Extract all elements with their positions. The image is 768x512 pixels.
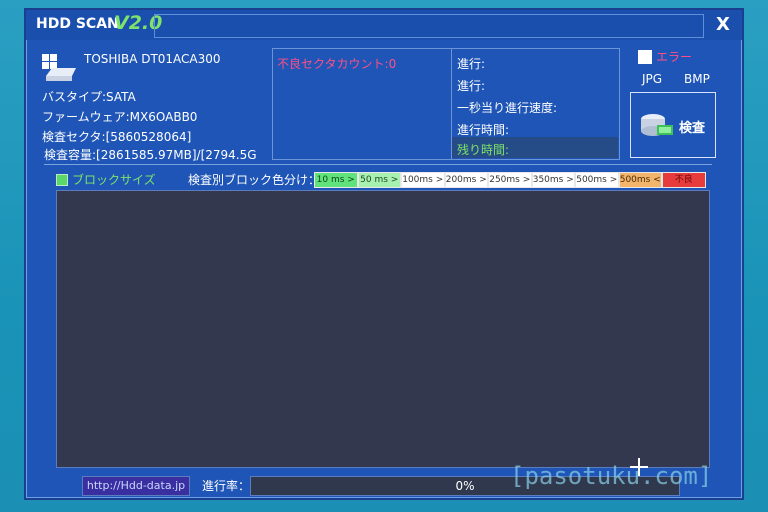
- jpg-option[interactable]: JPG: [642, 72, 662, 86]
- error-checkbox[interactable]: [638, 50, 652, 64]
- legend-item: 350ms >: [531, 172, 575, 188]
- scan-stats-panel: 不良セクタカウント:0 進行: 進行: 一秒当り進行速度: 進行時間: 残り時間…: [272, 48, 620, 160]
- progress-rate-label: 進行率：: [202, 479, 251, 493]
- hard-drive-icon: [42, 54, 76, 81]
- drive-model: TOSHIBA DT01ACA300: [84, 52, 221, 66]
- legend-title: 検査別ブロック色分け：: [188, 173, 321, 187]
- elapsed-time-stat: 進行時間:: [457, 123, 510, 137]
- legend-item: 500ms <: [618, 172, 662, 188]
- scan-button-label: 検査: [679, 121, 706, 136]
- block-size-label: ブロックサイズ: [72, 173, 156, 187]
- bus-type: バスタイプ:SATA: [42, 90, 136, 104]
- legend-item: 不良: [662, 172, 706, 188]
- bmp-option[interactable]: BMP: [684, 72, 710, 86]
- close-button[interactable]: X: [712, 14, 734, 36]
- block-size-checkbox[interactable]: [56, 174, 68, 186]
- drive-capacity: 検査容量:[2861585.97MB]/[2794.5G: [44, 148, 257, 162]
- error-label: エラー: [656, 50, 693, 64]
- disk-scan-icon: [641, 114, 673, 136]
- firmware-version: ファームウェア:MX6OABB0: [42, 110, 198, 124]
- hdd-scan-window: HDD SCAN V2.0 X TOSHIBA DT01ACA300 バスタイプ…: [24, 8, 744, 500]
- progress-stat: 進行:: [457, 57, 486, 71]
- legend-item: 10 ms >: [314, 172, 358, 188]
- remaining-time-stat: 残り時間:: [457, 143, 510, 157]
- section-divider: [44, 164, 712, 165]
- scan-button[interactable]: 検査: [630, 92, 716, 158]
- close-icon: X: [716, 14, 730, 35]
- scan-block-area: [56, 190, 710, 468]
- sector-count: 検査セクタ:[5860528064]: [42, 130, 192, 144]
- bad-sector-count: 不良セクタカウント:0: [277, 57, 397, 71]
- legend-item: 500ms >: [575, 172, 619, 188]
- legend-item: 100ms >: [401, 172, 445, 188]
- title-bar[interactable]: HDD SCAN V2.0 X: [26, 10, 742, 40]
- progress-stat-secondary: 進行:: [457, 79, 486, 93]
- app-title: HDD SCAN: [36, 16, 119, 32]
- watermark: [pasotuku.com]: [510, 462, 713, 490]
- legend-item: 50 ms >: [357, 172, 401, 188]
- title-frame: [154, 14, 704, 38]
- legend-item: 200ms >: [444, 172, 488, 188]
- speed-stat: 一秒当り進行速度:: [457, 101, 558, 115]
- website-link[interactable]: http://Hdd-data.jp: [82, 476, 190, 496]
- legend-item: 250ms >: [488, 172, 532, 188]
